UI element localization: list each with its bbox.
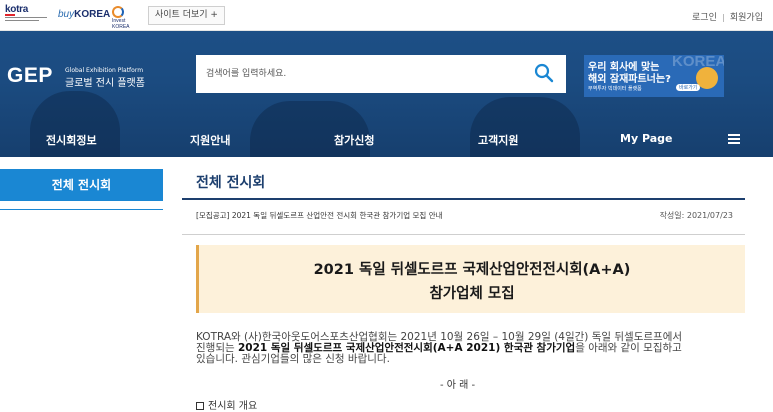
top-links: 로그인 회원가입: [692, 10, 763, 23]
gep-logo-subtitle-en: Global Exhibition Platform: [65, 67, 144, 74]
search-input[interactable]: [206, 64, 516, 84]
buykorea-logo[interactable]: buyKOREA: [58, 9, 110, 20]
notice-title: [모집공고] 2021 독일 뒤셀도르프 산업안전 전시회 한국관 참가기업 모…: [196, 211, 443, 220]
sidebar-item-all-exhibitions[interactable]: 전체 전시회: [0, 169, 163, 201]
login-link[interactable]: 로그인: [692, 13, 717, 23]
investkorea-ring-icon: [112, 6, 124, 18]
site-header: GEP Global Exhibition Platform 글로벌 전시 플랫…: [0, 31, 773, 157]
nav-apply[interactable]: 참가신청: [334, 132, 374, 148]
kotra-logo-subline: [5, 17, 47, 18]
promo-banner[interactable]: KOREA 우리 회사에 맞는 해외 잠재파트너는? 무역투자 빅데이터 플랫폼…: [584, 55, 724, 97]
hero-title-line-1: 2021 독일 뒤셀도르프 국제산업안전전시회(A+A): [313, 262, 631, 278]
signup-link[interactable]: 회원가입: [730, 13, 763, 23]
investkorea-logo[interactable]: Invest KOREA: [112, 6, 142, 30]
main-nav: 전시회정보 지원안내 참가신청 고객지원 My Page: [0, 127, 773, 157]
site-more-button[interactable]: 사이트 더보기 +: [148, 6, 225, 25]
sidebar-divider: [0, 209, 163, 210]
below-marker: - 아 래 -: [440, 380, 476, 391]
search-icon[interactable]: [534, 63, 554, 83]
announcement-hero-box: 2021 독일 뒤셀도르프 국제산업안전전시회(A+A) 참가업체 모집: [196, 245, 745, 313]
nav-customer-support[interactable]: 고객지원: [478, 132, 518, 148]
kotra-logo[interactable]: kotra: [5, 4, 47, 26]
buykorea-logo-prefix: buy: [58, 9, 75, 20]
top-utility-bar: kotra buyKOREA Invest KOREA 사이트 더보기 + 로그…: [0, 0, 773, 31]
nav-my-page[interactable]: My Page: [620, 132, 672, 145]
hero-title-line-2: 참가업체 모집: [429, 286, 515, 302]
kotra-logo-accent: [5, 14, 15, 16]
gep-logo-mark: GEP: [7, 64, 53, 87]
title-divider: [182, 198, 745, 200]
nav-exhibition-info[interactable]: 전시회정보: [46, 132, 97, 148]
kotra-logo-subline-2: [5, 20, 39, 21]
buykorea-logo-suffix: KOREA: [74, 9, 111, 20]
body-line-3: 있습니다. 관심기업들의 많은 신청 바랍니다.: [196, 353, 390, 365]
body-line-2-tail: 을 아래와 같이 모집하고: [575, 342, 682, 354]
search-box: [196, 55, 566, 93]
gep-logo-subtitle-ko: 글로벌 전시 플랫폼: [65, 78, 145, 89]
notice-date: 작성일: 2021/07/23: [659, 211, 733, 220]
divider: [722, 13, 724, 22]
checkbox-square-icon: [196, 402, 204, 410]
page-title: 전체 전시회: [196, 175, 266, 191]
hamburger-menu-icon[interactable]: [728, 134, 740, 144]
notice-divider: [182, 234, 745, 235]
banner-line-2: 해외 잠재파트너는?: [588, 74, 671, 85]
banner-line-3: 무역투자 빅데이터 플랫폼: [588, 86, 642, 92]
section-heading: 전시회 개요: [196, 397, 257, 412]
nav-support-guide[interactable]: 지원안내: [190, 132, 230, 148]
banner-go-button[interactable]: 바로가기: [676, 84, 701, 91]
investkorea-logo-text: Invest KOREA: [112, 18, 130, 30]
banner-background-text: KOREA: [672, 55, 724, 70]
